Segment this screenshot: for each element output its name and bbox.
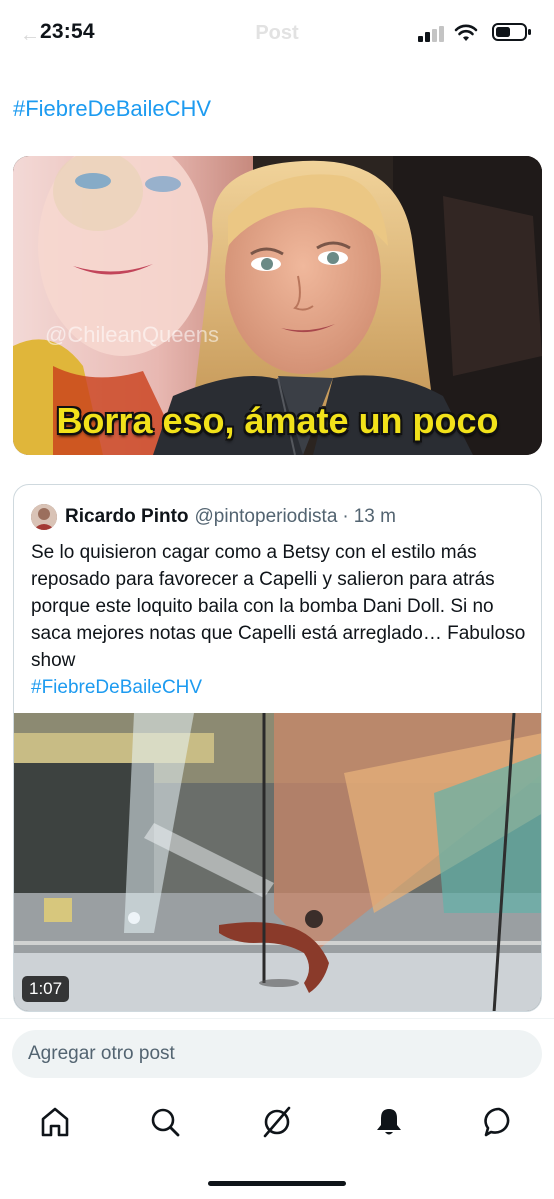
author-name[interactable]: Ricardo Pinto (65, 506, 189, 528)
video-thumbnail (14, 713, 541, 1011)
video-duration-badge: 1:07 (22, 976, 70, 1002)
quoted-post[interactable]: Ricardo Pinto @pintoperiodista · 13 m Se… (13, 484, 542, 1012)
status-time: 23:54 (40, 20, 95, 43)
avatar[interactable] (31, 504, 57, 530)
author-handle[interactable]: @pintoperiodista (195, 506, 338, 528)
home-icon[interactable] (38, 1105, 72, 1139)
quoted-post-body: Se lo quisieron cagar como a Betsy con e… (31, 542, 526, 671)
video-player[interactable]: 1:07 (14, 713, 541, 1011)
separator-dot: · (342, 506, 349, 527)
post-timestamp: 13 m (353, 506, 396, 527)
status-bar: ← Post 23:54 (0, 0, 554, 68)
image-caption: Borra eso, ámate un poco (56, 400, 499, 441)
image-watermark: @ChileanQueens (45, 322, 219, 347)
composer-divider (0, 1018, 554, 1019)
wifi-icon (454, 24, 478, 41)
home-indicator (208, 1181, 346, 1186)
bottom-tab-bar (0, 1090, 554, 1160)
grok-icon[interactable] (260, 1105, 294, 1139)
signal-icon (418, 26, 444, 42)
composer-input[interactable]: Agregar otro post (28, 1043, 175, 1065)
post-image[interactable]: @ChileanQueens Borra eso, ámate un poco (13, 156, 542, 455)
search-icon[interactable] (148, 1105, 182, 1139)
notifications-icon[interactable] (372, 1105, 406, 1139)
reply-composer[interactable]: Agregar otro post (12, 1030, 542, 1078)
post-hashtag-link[interactable]: #FiebreDeBaileCHV (13, 96, 211, 122)
quoted-hashtag-link[interactable]: #FiebreDeBaileCHV (31, 674, 531, 701)
messages-icon[interactable] (482, 1105, 516, 1139)
battery-icon (492, 23, 531, 41)
quoted-post-header: Ricardo Pinto @pintoperiodista · 13 m (31, 503, 396, 531)
quoted-post-text: Se lo quisieron cagar como a Betsy con e… (31, 539, 531, 701)
